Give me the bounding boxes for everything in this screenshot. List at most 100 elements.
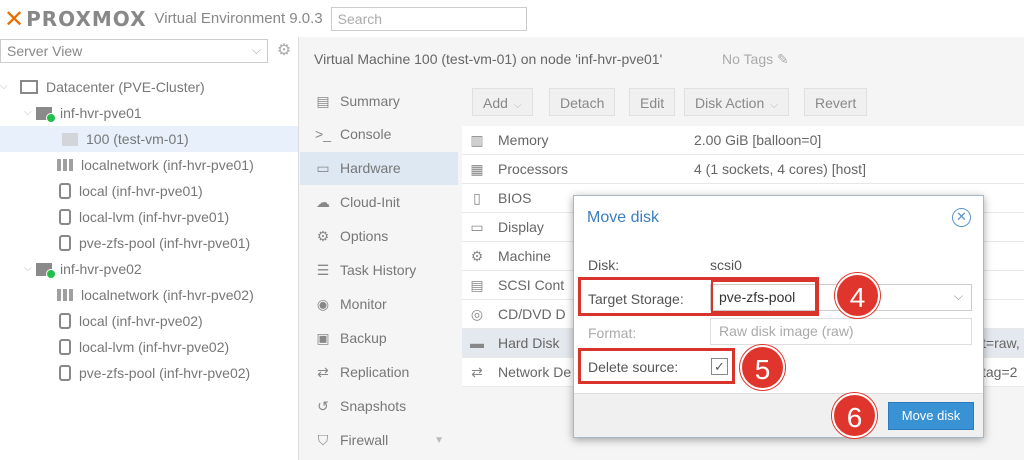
pencil-icon[interactable]: ✎ bbox=[777, 51, 789, 67]
search-input[interactable]: Search bbox=[330, 6, 527, 31]
nav-replication[interactable]: ⇄ Replication bbox=[300, 356, 458, 389]
datacenter-icon bbox=[20, 80, 38, 94]
dialog-title: Move disk bbox=[587, 209, 660, 226]
nav-summary[interactable]: ▤ Summary bbox=[300, 85, 458, 118]
move-disk-button[interactable]: Move disk bbox=[888, 402, 974, 430]
hdd-icon: ▬ bbox=[470, 335, 484, 351]
revert-label: Revert bbox=[815, 95, 857, 111]
tree-item-label: localnetwork (inf-hvr-pve01) bbox=[81, 157, 254, 173]
nav-task-history[interactable]: ☰ Task History bbox=[300, 254, 458, 287]
nav-options[interactable]: ⚙ Options bbox=[300, 220, 458, 253]
highlight-target-value bbox=[711, 280, 817, 313]
network-icon bbox=[57, 159, 73, 171]
hw-key: CD/DVD D bbox=[498, 306, 566, 322]
tree-item-localnetwork-pve02[interactable]: localnetwork (inf-hvr-pve02) bbox=[57, 282, 254, 308]
edit-button[interactable]: Edit bbox=[629, 88, 676, 116]
network-icon bbox=[57, 289, 73, 301]
cdrom-icon: ◎ bbox=[470, 306, 484, 322]
tree-item-local-lvm-pve01[interactable]: local-lvm (inf-hvr-pve01) bbox=[59, 204, 229, 230]
node-online-icon bbox=[36, 106, 56, 123]
hw-value: 4 (1 sockets, 4 cores) [host] bbox=[694, 161, 866, 177]
nav-snapshots[interactable]: ↺ Snapshots bbox=[300, 390, 458, 423]
tree-item-label: localnetwork (inf-hvr-pve02) bbox=[81, 287, 254, 303]
expand-icon[interactable]: ⌵ bbox=[0, 74, 12, 100]
hw-value: 2.00 GiB [balloon=0] bbox=[694, 132, 822, 148]
nav-backup[interactable]: ▣ Backup bbox=[300, 322, 458, 355]
hw-key: SCSI Cont bbox=[498, 277, 565, 293]
microchip-icon: ▯ bbox=[473, 190, 481, 206]
view-selector[interactable]: Server View ⌵ bbox=[0, 39, 268, 63]
tree-item-node-pve01[interactable]: ⌵ inf-hvr-pve01 bbox=[24, 100, 298, 126]
tree-item-vm-100[interactable]: 100 (test-vm-01) bbox=[0, 126, 298, 152]
database-icon: ▤ bbox=[470, 277, 484, 293]
tree-item-label: pve-zfs-pool (inf-hvr-pve02) bbox=[79, 365, 251, 381]
page-title: Virtual Machine 100 (test-vm-01) on node… bbox=[314, 51, 663, 67]
tree-item-label: Datacenter (PVE-Cluster) bbox=[46, 79, 205, 95]
tree-item-label: local (inf-hvr-pve01) bbox=[79, 183, 203, 199]
gear-icon: ⚙ bbox=[316, 228, 330, 244]
vm-icon bbox=[62, 132, 78, 146]
disk-action-button[interactable]: Disk Action ⌵ bbox=[684, 88, 789, 116]
chevron-down-icon: ⌵ bbox=[251, 43, 261, 57]
storage-icon bbox=[59, 209, 71, 225]
hw-key: BIOS bbox=[498, 190, 532, 206]
list-icon: ☰ bbox=[316, 262, 330, 278]
move-disk-dialog: Move disk ✕ Disk: scsi0 Target Storage: … bbox=[573, 195, 984, 438]
hw-row-memory[interactable]: ▥ Memory 2.00 GiB [balloon=0] bbox=[462, 126, 1024, 155]
gear-icon[interactable]: ⚙ bbox=[272, 39, 296, 63]
hw-key: Processors bbox=[498, 161, 569, 177]
proxmox-logo[interactable]: ✕ PROXMOX bbox=[4, 5, 147, 33]
revert-button[interactable]: Revert bbox=[804, 88, 868, 116]
tree-item-label: local (inf-hvr-pve02) bbox=[79, 313, 203, 329]
tree-item-label: local-lvm (inf-hvr-pve02) bbox=[79, 339, 230, 355]
nav-console[interactable]: >_ Console bbox=[300, 118, 458, 151]
expand-icon[interactable]: ⌵ bbox=[24, 100, 36, 126]
cpu-icon: ▦ bbox=[470, 161, 484, 177]
tree-item-local-lvm-pve02[interactable]: local-lvm (inf-hvr-pve02) bbox=[59, 334, 229, 360]
tree-item-localnetwork-pve01[interactable]: localnetwork (inf-hvr-pve01) bbox=[57, 152, 254, 178]
tags-editor[interactable]: No Tags ✎ bbox=[722, 51, 789, 68]
expand-icon[interactable]: ⌵ bbox=[24, 256, 36, 282]
format-label: Format: bbox=[588, 325, 637, 341]
desktop-icon: ▭ bbox=[316, 160, 330, 176]
step-badge-4: 4 bbox=[835, 273, 880, 318]
hw-key: Network De bbox=[498, 364, 572, 380]
nav-label: Console bbox=[340, 126, 392, 142]
view-selector-value: Server View bbox=[7, 43, 83, 59]
nav-label: Snapshots bbox=[340, 398, 407, 414]
nav-monitor[interactable]: ◉ Monitor bbox=[300, 288, 458, 321]
add-button[interactable]: Add ⌵ bbox=[472, 88, 533, 116]
storage-icon bbox=[59, 235, 71, 251]
detach-button[interactable]: Detach bbox=[549, 88, 616, 116]
edit-label: Edit bbox=[640, 95, 665, 111]
tree-item-local-pve02[interactable]: local (inf-hvr-pve02) bbox=[59, 308, 203, 334]
nav-firewall[interactable]: ⛉ Firewall ▼ bbox=[300, 424, 458, 457]
tree-item-local-pve01[interactable]: local (inf-hvr-pve01) bbox=[59, 178, 203, 204]
nav-label: Firewall bbox=[340, 432, 389, 448]
detach-label: Detach bbox=[560, 95, 605, 111]
top-bar: ✕ PROXMOX Virtual Environment 9.0.3 Sear… bbox=[0, 0, 1024, 37]
tree-item-datacenter[interactable]: ⌵ Datacenter (PVE-Cluster) bbox=[0, 74, 298, 100]
storage-icon bbox=[59, 365, 71, 381]
tree-item-zfs-pve02[interactable]: pve-zfs-pool (inf-hvr-pve02) bbox=[59, 360, 250, 386]
nav-label: Monitor bbox=[340, 296, 387, 312]
nav-hardware[interactable]: ▭ Hardware bbox=[300, 152, 458, 185]
nav-label: Cloud-Init bbox=[340, 194, 400, 210]
nav-label: Options bbox=[340, 228, 389, 244]
chevron-down-icon: ⌵ bbox=[953, 289, 963, 303]
terminal-icon: >_ bbox=[315, 126, 331, 142]
dialog-footer: Move disk bbox=[574, 393, 983, 437]
hw-row-processors[interactable]: ▦ Processors 4 (1 sockets, 4 cores) [host] bbox=[462, 155, 1024, 184]
format-select[interactable]: Raw disk image (raw) bbox=[710, 318, 972, 345]
node-online-icon bbox=[36, 262, 56, 279]
tree-item-zfs-pve01[interactable]: pve-zfs-pool (inf-hvr-pve01) bbox=[59, 230, 250, 256]
disk-value: scsi0 bbox=[710, 257, 742, 273]
eye-icon: ◉ bbox=[316, 296, 330, 312]
retweet-icon: ⇄ bbox=[317, 364, 329, 380]
close-icon[interactable]: ✕ bbox=[952, 208, 971, 227]
tree-item-node-pve02[interactable]: ⌵ inf-hvr-pve02 bbox=[24, 256, 298, 282]
hardware-toolbar: Add ⌵ Detach Edit Disk Action ⌵ Revert bbox=[462, 85, 1024, 119]
nav-label: Replication bbox=[340, 364, 410, 380]
nav-cloud-init[interactable]: ☁ Cloud-Init bbox=[300, 186, 458, 219]
hw-key: Machine bbox=[498, 248, 551, 264]
